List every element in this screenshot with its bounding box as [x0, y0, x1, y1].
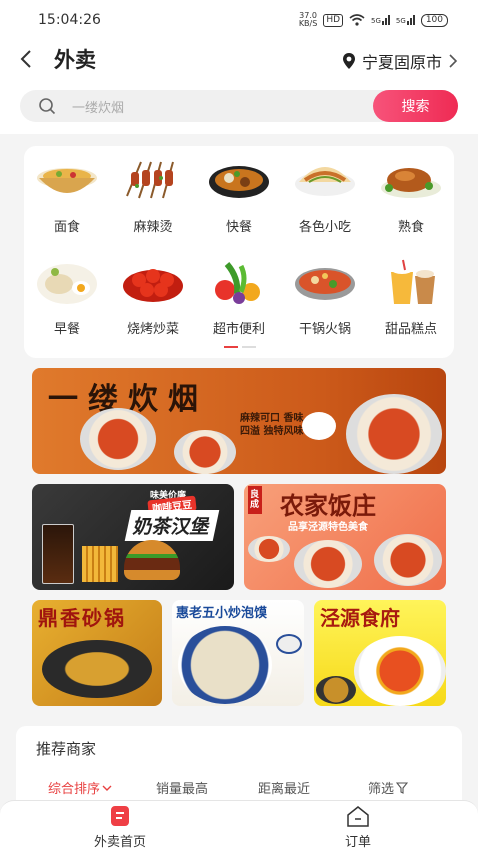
tab-orders[interactable]: 订单 [298, 805, 418, 850]
category-item-malatang[interactable]: 麻辣烫 [110, 146, 196, 236]
category-label: 甜品糕点 [384, 322, 437, 337]
dessert-icon [379, 258, 443, 306]
banner-title: 泾源食府 [320, 606, 400, 630]
banner-title: 奶茶汉堡 [124, 510, 220, 541]
sort-sales[interactable]: 销量最高 [156, 778, 208, 797]
noodle-bowl-image [354, 636, 446, 706]
vegetables-icon [207, 258, 271, 306]
page-indicator [224, 346, 256, 348]
filter-button[interactable]: 筛选 [368, 778, 409, 797]
dish-image [374, 534, 442, 586]
dish-image [346, 394, 442, 474]
banner-title: 农家饭庄 [280, 491, 376, 520]
city-selector[interactable]: 宁夏固原市 [342, 49, 458, 73]
battery-icon: 100 [420, 13, 448, 27]
category-label: 熟食 [397, 220, 424, 235]
banner-nongjia-fanzhuang[interactable]: 良成 农家饭庄 品享泾源特色美食 [244, 484, 446, 590]
category-label: 快餐 [225, 220, 252, 235]
section-title: 推荐商家 [36, 740, 97, 758]
tab-label: 外卖首页 [93, 835, 146, 850]
breakfast-icon [35, 258, 99, 306]
banner-stamp: 良成 [248, 486, 262, 514]
city-label: 宁夏固原市 [361, 53, 442, 72]
sort-comprehensive[interactable]: 综合排序 [48, 778, 112, 797]
hotpot-icon [293, 258, 357, 306]
category-item-snack[interactable]: 各色小吃 [282, 146, 368, 236]
category-label: 面食 [53, 220, 80, 235]
category-item-dessert[interactable]: 甜品糕点 [368, 248, 454, 338]
rice-bowl-image [302, 412, 336, 440]
banner-dingxiang-shaguo[interactable]: 鼎香砂锅 [32, 600, 162, 706]
category-item-breakfast[interactable]: 早餐 [24, 248, 110, 338]
bottom-tab-bar: 外卖首页 订单 [0, 800, 478, 850]
tab-home[interactable]: 外卖首页 [60, 805, 180, 850]
signal-icon: 5G [371, 15, 390, 25]
banner-yilvchuiyan[interactable]: 一缕炊烟 麻辣可口 香味四溢 独特风味 [32, 368, 446, 474]
category-label: 各色小吃 [298, 220, 351, 235]
search-section: 一缕炊烟 搜索 [0, 80, 478, 134]
category-grid: 面食 麻辣烫 快餐 各色小吃 熟食 早餐 烧烤炒菜 超市便利 干锅火锅 甜品糕点 [24, 146, 454, 358]
fastfood-icon [207, 156, 271, 204]
filter-icon [396, 781, 409, 794]
side-dish-image [316, 676, 356, 704]
roast-icon [379, 156, 443, 204]
banner-huilaowu[interactable]: 惠老五小炒泡馍 [172, 600, 304, 706]
page-title: 外卖 [54, 48, 96, 72]
category-item-fastfood[interactable]: 快餐 [196, 146, 282, 236]
status-time: 15:04:26 [38, 12, 101, 28]
chevron-right-icon [449, 54, 458, 68]
category-item-noodles[interactable]: 面食 [24, 146, 110, 236]
category-item-hotpot[interactable]: 干锅火锅 [282, 248, 368, 338]
clay-pot-image [42, 640, 152, 698]
category-label: 干锅火锅 [298, 322, 351, 337]
back-icon[interactable] [16, 48, 38, 70]
skewers-icon [121, 156, 185, 204]
sort-distance[interactable]: 距离最近 [258, 778, 310, 797]
snack-icon [293, 156, 357, 204]
app-header: 外卖 宁夏固原市 [0, 40, 478, 80]
wifi-icon [349, 14, 365, 26]
crayfish-icon [121, 258, 185, 306]
hd-badge: HD [323, 13, 344, 27]
fries-image [82, 546, 118, 582]
banner-subtitle: 品享泾源特色美食 [288, 522, 368, 533]
dish-image [80, 408, 156, 470]
banner-milktea-burger[interactable]: 味美价廉 咖啡豆豆 奶茶汉堡 [32, 484, 234, 590]
chevron-down-icon [102, 785, 112, 791]
home-icon [108, 805, 132, 827]
cola-cup-image [42, 524, 74, 584]
category-label: 早餐 [53, 322, 80, 337]
status-icons: 37.0 KB/S HD 5G 5G 100 [299, 12, 448, 28]
category-label: 烧烤炒菜 [126, 322, 179, 337]
status-bar: 15:04:26 37.0 KB/S HD 5G 5G 100 [0, 0, 478, 40]
dish-image [248, 536, 290, 562]
tab-label: 订单 [344, 835, 371, 850]
side-dish-image [276, 634, 302, 654]
location-pin-icon [342, 53, 355, 69]
banner-title: 鼎香砂锅 [38, 606, 126, 630]
burger-image [124, 540, 180, 580]
dish-image [174, 430, 236, 474]
recommend-section: 推荐商家 综合排序 销量最高 距离最近 筛选 [16, 726, 462, 806]
search-icon [39, 98, 56, 115]
noodles-icon [35, 156, 99, 204]
category-item-bbq[interactable]: 烧烤炒菜 [110, 248, 196, 338]
search-input[interactable]: 一缕炊烟 [72, 97, 124, 116]
search-button[interactable]: 搜索 [373, 90, 458, 122]
signal-icon: 5G [396, 15, 415, 25]
net-speed: 37.0 KB/S [298, 11, 318, 28]
category-item-market[interactable]: 超市便利 [196, 248, 282, 338]
paomo-bowl-image [178, 626, 272, 704]
category-label: 超市便利 [212, 322, 265, 337]
orders-home-icon [346, 805, 370, 827]
banner-subtitle: 麻辣可口 香味四溢 独特风味 [240, 413, 304, 437]
dish-image [294, 540, 362, 588]
banner-jingyuan-shifu[interactable]: 泾源食府 [314, 600, 446, 706]
banner-title: 惠老五小炒泡馍 [176, 606, 268, 621]
category-label: 麻辣烫 [133, 220, 173, 235]
category-item-deli[interactable]: 熟食 [368, 146, 454, 236]
search-bar[interactable]: 一缕炊烟 搜索 [20, 90, 458, 122]
